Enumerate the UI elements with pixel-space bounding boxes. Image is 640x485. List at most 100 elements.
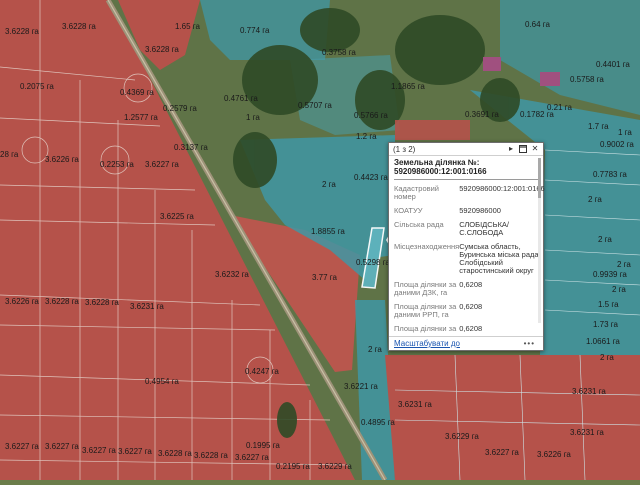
parcel-area-label: 1 га	[618, 128, 632, 137]
attribute-key: Площа ділянки за даними ПКОУ, га	[394, 324, 457, 335]
parcel-area-label: 3.6229 га	[445, 432, 479, 441]
parcel-area-label: 3.6228 га	[85, 298, 119, 307]
attribute-key: Кадастровий номер	[394, 184, 439, 201]
attribute-key: Сільська рада	[394, 220, 444, 229]
parcel-area-label: 0.3137 га	[174, 143, 208, 152]
attribute-row: Сільська рада СЛОБІДСЬКА/ С.СЛОБОДА	[394, 218, 545, 240]
parcel-area-label: 3.6231 га	[570, 428, 604, 437]
attribute-row: Площа ділянки за даними ПКОУ, га0,6208	[394, 322, 545, 335]
parcel-area-label: 3.6227 га	[235, 453, 269, 462]
parcel-area-label: 3.6221 га	[344, 382, 378, 391]
parcel-area-label: 0.2075 га	[20, 82, 54, 91]
zoom-to-link[interactable]: Масштабувати до	[394, 339, 460, 348]
parcel-area-label: 0.1995 га	[246, 441, 280, 450]
more-actions-button[interactable]: •••	[524, 339, 535, 348]
parcel-area-label: 3.6227 га	[45, 442, 79, 451]
parcel-area-label: 1.1865 га	[391, 82, 425, 91]
parcel-area-label: 1.5 га	[598, 300, 619, 309]
attribute-row: Площа ділянки за даними ДЗК, га 0,6208	[394, 278, 545, 300]
attribute-table: Кадастровий номер 5920986000:12:001:0166 К…	[394, 182, 545, 335]
parcel-area-label: 3.6227 га	[82, 446, 116, 455]
parcel-area-label: 3.6225 га	[160, 212, 194, 221]
attribute-value: 5920986000	[459, 206, 501, 215]
parcel-area-label: 0.774 га	[240, 26, 270, 35]
parcel-area-label: 0.1782 га	[520, 110, 554, 119]
popup-footer: Масштабувати до •••	[389, 336, 543, 350]
parcel-area-label: 2 га	[598, 235, 612, 244]
parcel-area-label: 0.9939 га	[593, 270, 627, 279]
parcel-area-label: 2 га	[600, 353, 614, 362]
parcel-area-label: 3.6227 га	[145, 160, 179, 169]
parcel-area-label: 0.3691 га	[465, 110, 499, 119]
close-icon[interactable]: ✕	[531, 145, 539, 153]
parcel-area-label: 3.6226 га	[45, 155, 79, 164]
parcel-area-label: 3.6232 га	[215, 270, 249, 279]
attribute-value: 0,6208	[459, 280, 483, 289]
attribute-value: 5920986000:12:001:0166	[459, 184, 545, 193]
attribute-value: СЛОБІДСЬКА/ С.СЛОБОДА	[459, 220, 510, 237]
parcel-area-label: 1.65 га	[175, 22, 200, 31]
parcel-area-label: 1.0661 га	[586, 337, 620, 346]
popup-controls: ▸ ✕	[507, 145, 539, 153]
parcel-title: Земельна ділянка №: 5920986000:12:001:01…	[394, 158, 538, 180]
attribute-value: 0,6208	[459, 324, 483, 333]
popup-scroll-thumb[interactable]	[538, 158, 541, 198]
arable-parcel-east-strip	[395, 120, 470, 140]
parcel-area-label: 0.3758 га	[322, 48, 356, 57]
attribute-key: Площа ділянки за даними РРП, га	[394, 302, 457, 319]
attribute-value: 0,6208	[459, 302, 483, 311]
parcel-area-label: 3.6227 га	[485, 448, 519, 457]
parcel-area-label: 1.8855 га	[311, 227, 345, 236]
parcel-area-label: 3.6228 га	[194, 451, 228, 460]
parcel-area-label: 0.2195 га	[276, 462, 310, 471]
parcel-area-label: 0.7783 га	[593, 170, 627, 179]
parcel-area-label: 0.4369 га	[120, 88, 154, 97]
parcel-area-label: 3.6228 га	[62, 22, 96, 31]
parcel-area-label: 3.6226 га	[5, 297, 39, 306]
parcel-area-label: 0.4247 га	[245, 367, 279, 376]
attribute-row: Місцезнаходження Сумська область, Буринсь…	[394, 240, 545, 278]
parcel-area-label: 3.6231 га	[572, 387, 606, 396]
parcel-area-label: 1.7 га	[588, 122, 609, 131]
parcel-area-label: 1.2577 га	[124, 113, 158, 122]
parcel-area-label: 3.6226 га	[537, 450, 571, 459]
arable-parcel-southeast	[385, 355, 640, 480]
parcel-area-label: 3.6228 га	[5, 27, 39, 36]
parcel-area-label: 0.9002 га	[600, 140, 634, 149]
parcel-area-label: 0.5707 га	[298, 101, 332, 110]
parcel-area-label: 3.6228 га	[145, 45, 179, 54]
parcel-magenta-1	[540, 72, 560, 86]
popup-scrollbar[interactable]	[538, 158, 541, 323]
attribute-key: КОАТУУ	[394, 206, 423, 215]
parcel-area-label: 2 га	[617, 260, 631, 269]
parcel-area-label: 0.4954 га	[145, 377, 179, 386]
parcel-area-label: 0.5766 га	[354, 111, 388, 120]
maximize-icon[interactable]	[519, 145, 527, 153]
attribute-key: Місцезнаходження	[394, 242, 460, 251]
attribute-row: Кадастровий номер 5920986000:12:001:0166	[394, 182, 545, 204]
parcel-area-label: 2 га	[588, 195, 602, 204]
popup-header: (1 з 2) ▸ ✕	[389, 143, 543, 156]
parcel-info-popup[interactable]: (1 з 2) ▸ ✕ Земельна ділянка №: 59209860…	[388, 142, 545, 351]
parcel-area-label: 0.5758 га	[570, 75, 604, 84]
parcel-area-label: 0.2579 га	[163, 104, 197, 113]
parcel-area-label: 3.6231 га	[398, 400, 432, 409]
parcel-area-label: 3.6229 га	[318, 462, 352, 471]
attribute-row: Площа ділянки за даними РРП, га 0,6208	[394, 300, 545, 322]
parcel-area-label: 2 га	[322, 180, 336, 189]
parcel-magenta-2	[483, 57, 501, 71]
parcel-area-label: 1.73 га	[593, 320, 618, 329]
parcel-area-label: 0.4895 га	[361, 418, 395, 427]
parcel-area-label: 1.2 га	[356, 132, 377, 141]
parcel-area-label: 0.2253 га	[100, 160, 134, 169]
attribute-row: КОАТУУ 5920986000	[394, 204, 545, 218]
parcel-area-label: 3.6227 га	[118, 447, 152, 456]
parcel-area-label: 1 га	[246, 113, 260, 122]
attribute-key: Площа ділянки за даними ДЗК, га	[394, 280, 457, 297]
parcel-area-label: 3.6231 га	[130, 302, 164, 311]
next-feature-icon[interactable]: ▸	[507, 145, 515, 153]
parcel-area-label: 3.77 га	[312, 273, 337, 282]
attribute-value: Сумська область, Буринська міська рада С…	[459, 242, 539, 275]
popup-counter: (1 з 2)	[393, 144, 416, 154]
popup-body: Земельна ділянка №: 5920986000:12:001:01…	[389, 156, 545, 334]
